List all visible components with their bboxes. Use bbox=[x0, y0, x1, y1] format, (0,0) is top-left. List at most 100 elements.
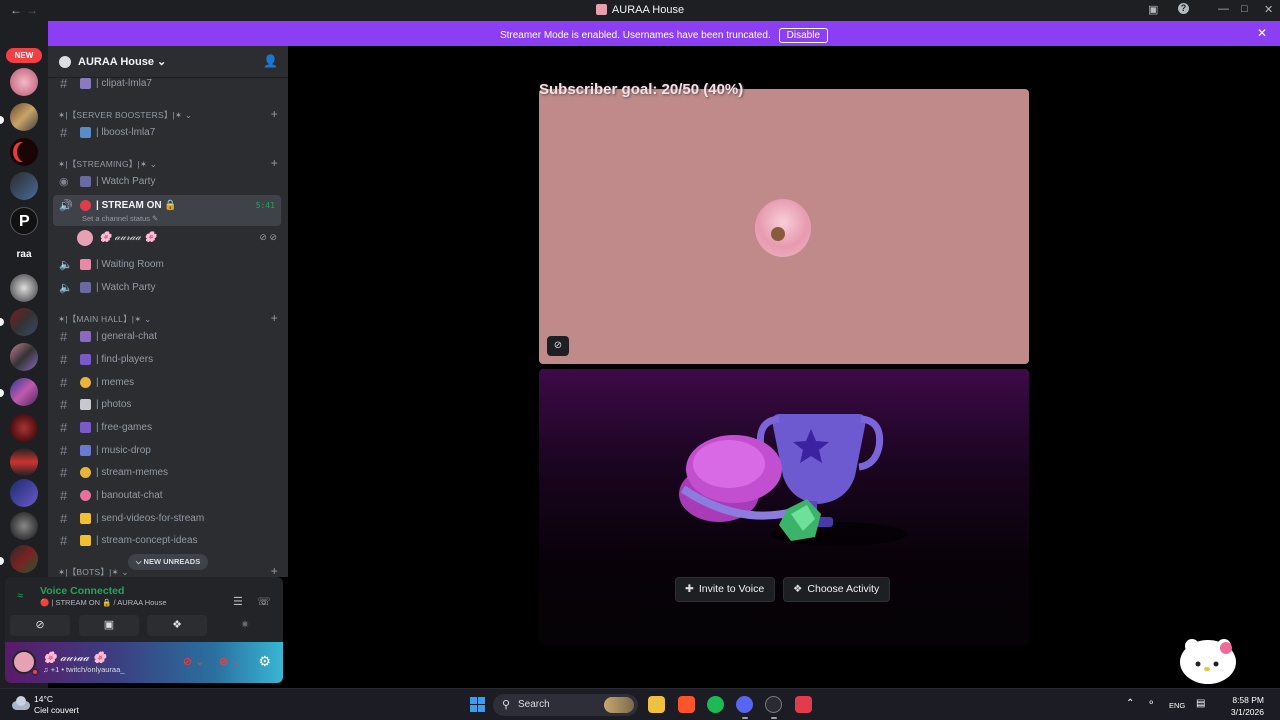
choose-activity-button[interactable]: ❖ Choose Activity bbox=[783, 577, 891, 602]
channel-stream-concept[interactable]: # | stream-concept-ideas bbox=[53, 530, 281, 552]
minimize-button[interactable]: — bbox=[1218, 3, 1229, 15]
server-folder[interactable] bbox=[10, 103, 38, 131]
server-avatar[interactable]: P bbox=[10, 207, 38, 235]
category-main-hall[interactable]: ✶|【MAIN HALL】|✶ ⌄ + bbox=[58, 311, 278, 327]
activity-icon: ❖ bbox=[793, 583, 803, 595]
server-name[interactable]: AURAA House ⌄ bbox=[78, 55, 166, 68]
channel-label: | Watch Party bbox=[96, 176, 156, 187]
clock[interactable]: 8:58 PM 3/1/2026 bbox=[1231, 694, 1264, 718]
microphone-icon[interactable]: ⚬ bbox=[1147, 698, 1155, 709]
disable-streamer-mode-button[interactable]: Disable bbox=[778, 28, 829, 43]
server-avatar[interactable] bbox=[10, 414, 38, 442]
channel-waiting-room[interactable]: 🔈 | Waiting Room bbox=[53, 254, 281, 276]
voice-location[interactable]: 🔴 | STREAM ON 🔒 / AURAA House bbox=[40, 598, 167, 607]
server-folder[interactable] bbox=[10, 308, 38, 336]
server-folder[interactable] bbox=[10, 172, 38, 200]
server-folder[interactable] bbox=[10, 378, 38, 406]
new-badge[interactable]: NEW bbox=[6, 48, 42, 63]
window-title: AURAA House bbox=[0, 4, 1280, 16]
language-indicator[interactable]: ENG bbox=[1169, 701, 1185, 710]
maximize-button[interactable]: □ bbox=[1241, 3, 1248, 15]
channel-find-players[interactable]: # | find-players bbox=[53, 349, 281, 371]
server-avatar[interactable] bbox=[10, 512, 38, 540]
camera-off-icon[interactable]: ⊘ bbox=[547, 336, 569, 356]
category-server-boosters[interactable]: ✶|【SERVER BOOSTERS】|✶ ⌄ + bbox=[58, 107, 278, 123]
add-channel-icon[interactable]: + bbox=[271, 107, 278, 121]
voice-status[interactable]: Voice Connected bbox=[40, 585, 124, 597]
channel-label: | clipat-lmla7 bbox=[96, 78, 152, 89]
channel-label: | general-chat bbox=[96, 331, 157, 342]
channel-free-games[interactable]: # | free-games bbox=[53, 417, 281, 439]
channel-emoji bbox=[80, 176, 91, 187]
file-explorer-icon[interactable] bbox=[648, 696, 665, 713]
network-icon[interactable]: ▤ bbox=[1196, 698, 1205, 709]
channel-label: | Waiting Room bbox=[96, 259, 164, 270]
server-text-icon[interactable]: raa bbox=[10, 241, 38, 269]
taskbar-search[interactable]: ⚲ Search bbox=[493, 694, 638, 716]
add-channel-icon[interactable]: + bbox=[271, 564, 278, 577]
category-streaming[interactable]: ✶|【STREAMING】|✶ ⌄ + bbox=[58, 156, 278, 172]
channel-emoji bbox=[80, 282, 91, 293]
add-channel-icon[interactable]: + bbox=[271, 311, 278, 325]
activity-illustration bbox=[679, 414, 907, 546]
user-subtext: ♫ +1 • twitch/onlyauraa_ bbox=[43, 665, 125, 674]
chevron-up-icon[interactable]: ⌃ bbox=[1126, 698, 1134, 709]
inbox-icon[interactable]: ▣ bbox=[1148, 3, 1158, 16]
channel-stream-memes[interactable]: # | stream-memes bbox=[53, 462, 281, 484]
signal-icon[interactable]: ≈ bbox=[17, 590, 31, 602]
help-icon[interactable]: ? bbox=[1178, 3, 1189, 14]
stream-tile[interactable]: ⊘ bbox=[539, 89, 1029, 364]
camera-off-button[interactable]: ⊘ bbox=[10, 615, 70, 636]
username[interactable]: 🌸 𝒶𝓊𝓇𝒶𝒶 🌸 bbox=[43, 651, 106, 665]
server-avatar[interactable] bbox=[10, 479, 38, 507]
brave-icon[interactable] bbox=[678, 696, 695, 713]
channel-memes[interactable]: # | memes bbox=[53, 372, 281, 394]
close-icon[interactable]: ✕ bbox=[1257, 26, 1267, 40]
channel-photos[interactable]: # | photos bbox=[53, 394, 281, 416]
invite-people-icon[interactable]: 👤 bbox=[263, 54, 278, 68]
server-folder[interactable] bbox=[10, 545, 38, 573]
brave-profile-icon[interactable] bbox=[795, 696, 812, 713]
windows-start-icon[interactable] bbox=[470, 697, 486, 713]
active-app-indicator bbox=[771, 717, 777, 719]
channel-watch-party[interactable]: ◉ | Watch Party bbox=[53, 171, 281, 193]
invite-to-voice-button[interactable]: ✚ Invite to Voice bbox=[675, 577, 776, 602]
channel-general-chat[interactable]: # | general-chat bbox=[53, 326, 281, 348]
voice-member[interactable]: 🌸 𝒶𝓊𝓇𝒶𝒶 🌸 ⊘ ⊘ bbox=[75, 230, 281, 248]
channel-lboost[interactable]: # | lboost-lmla7 bbox=[53, 122, 281, 144]
server-folder[interactable] bbox=[10, 343, 38, 371]
hash-icon: # bbox=[60, 443, 68, 458]
status-dot bbox=[31, 668, 39, 676]
screen-share-button[interactable]: ▣ bbox=[79, 615, 139, 636]
server-avatar[interactable] bbox=[10, 274, 38, 302]
search-label: Search bbox=[518, 699, 550, 710]
temperature[interactable]: 14°C bbox=[34, 694, 53, 704]
weather-condition[interactable]: Ciel couvert bbox=[34, 705, 79, 715]
channel-watch-party-voice[interactable]: 🔈 | Watch Party bbox=[53, 277, 281, 299]
close-window-button[interactable]: ✕ bbox=[1264, 3, 1273, 16]
server-badge-icon bbox=[59, 56, 71, 68]
channel-clipat[interactable]: # | clipat-lmla7 bbox=[53, 73, 281, 95]
soundboard-button[interactable]: ✷ bbox=[215, 615, 275, 636]
disconnect-icon[interactable]: ☏ bbox=[257, 595, 271, 608]
server-avatar[interactable] bbox=[10, 138, 38, 166]
channel-stream-on[interactable]: 🔊 | STREAM ON 🔒 5:41 Set a channel statu… bbox=[53, 195, 281, 226]
deafened-icon[interactable]: ⊘ ⌄ bbox=[219, 655, 241, 668]
discord-icon[interactable] bbox=[736, 696, 753, 713]
add-channel-icon[interactable]: + bbox=[271, 156, 278, 170]
activities-button[interactable]: ❖ bbox=[147, 615, 207, 636]
noise-suppression-icon[interactable]: ☰ bbox=[233, 595, 243, 608]
server-avatar[interactable] bbox=[10, 68, 38, 96]
mic-muted-icon[interactable]: ⊘ ⌄ bbox=[183, 655, 205, 668]
server-avatar[interactable] bbox=[10, 448, 38, 476]
obs-icon[interactable] bbox=[765, 696, 782, 713]
gear-icon[interactable]: ⚙ bbox=[258, 653, 271, 670]
spotify-icon[interactable] bbox=[707, 696, 724, 713]
channel-music-drop[interactable]: # | music-drop bbox=[53, 440, 281, 462]
cloudy-weather-icon[interactable] bbox=[12, 694, 30, 712]
channel-send-videos[interactable]: # | send-videos-for-stream bbox=[53, 508, 281, 530]
channel-banoutat-chat[interactable]: # | banoutat-chat bbox=[53, 485, 281, 507]
set-channel-status[interactable]: Set a channel status ✎ bbox=[82, 214, 158, 223]
new-unreads-pill[interactable]: ⌵ NEW UNREADS bbox=[128, 554, 208, 570]
streamer-mode-banner: Streamer Mode is enabled. Usernames have… bbox=[48, 21, 1280, 46]
